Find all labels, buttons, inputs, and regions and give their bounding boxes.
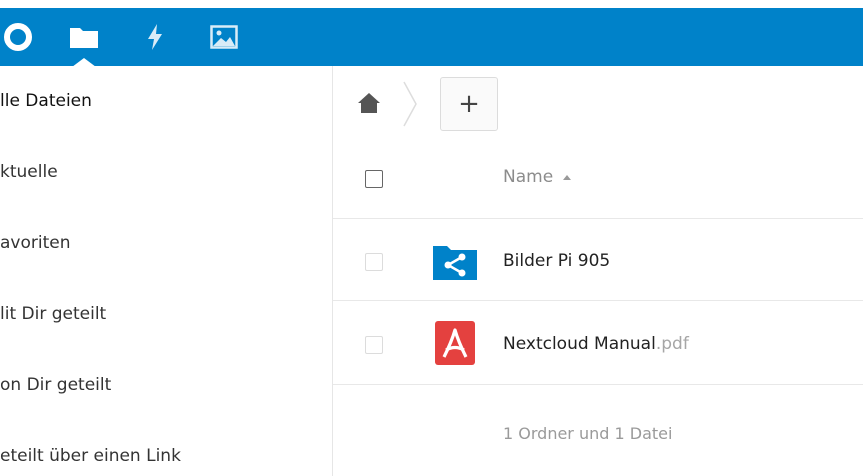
sidebar-item-label: ktuelle <box>0 162 58 182</box>
sidebar-item-shared-with-you[interactable]: lit Dir geteilt <box>0 304 106 334</box>
sidebar-item-shared-by-link[interactable]: eteilt über einen Link <box>0 446 181 476</box>
shared-folder-icon[interactable] <box>433 240 477 284</box>
row-checkbox[interactable] <box>365 253 383 271</box>
file-name[interactable]: Nextcloud Manual.pdf <box>503 334 689 354</box>
file-extension: .pdf <box>655 334 689 354</box>
file-count-summary: 1 Ordner und 1 Datei <box>503 424 673 443</box>
file-list-area: + Name Bilder Pi 905 Nextcloud Manual.pd… <box>333 66 863 476</box>
plus-icon: + <box>458 89 480 119</box>
row-divider <box>333 300 863 301</box>
home-icon[interactable] <box>357 91 381 115</box>
file-name[interactable]: Bilder Pi 905 <box>503 251 610 271</box>
row-checkbox[interactable] <box>365 336 383 354</box>
lightning-icon[interactable] <box>140 8 170 66</box>
sort-ascending-icon <box>563 174 572 180</box>
sidebar-item-all-files[interactable]: lle Dateien <box>0 91 92 121</box>
name-column-header[interactable]: Name <box>503 167 572 187</box>
sidebar-item-recent[interactable]: ktuelle <box>0 162 58 192</box>
row-divider <box>333 384 863 385</box>
sidebar-item-label: eteilt über einen Link <box>0 446 181 466</box>
select-all-checkbox[interactable] <box>365 170 383 188</box>
sidebar-item-favorites[interactable]: avoriten <box>0 233 71 263</box>
sidebar-item-label: lle Dateien <box>0 91 92 111</box>
breadcrumb-separator-icon <box>402 80 418 128</box>
new-button[interactable]: + <box>440 77 498 131</box>
sidebar-item-label: avoriten <box>0 233 71 253</box>
table-divider <box>333 218 863 219</box>
nextcloud-logo-icon[interactable] <box>0 8 40 66</box>
sidebar-item-label: lit Dir geteilt <box>0 304 107 324</box>
image-icon[interactable] <box>206 8 242 66</box>
sidebar-navigation: lle Dateien ktuelle avoriten lit Dir get… <box>0 66 333 476</box>
sidebar-item-shared-by-you[interactable]: on Dir geteilt <box>0 375 111 405</box>
sidebar-item-label: on Dir geteilt <box>0 375 112 395</box>
column-header-label: Name <box>503 167 554 187</box>
header-bar <box>0 8 863 67</box>
pdf-file-icon[interactable] <box>433 321 477 365</box>
